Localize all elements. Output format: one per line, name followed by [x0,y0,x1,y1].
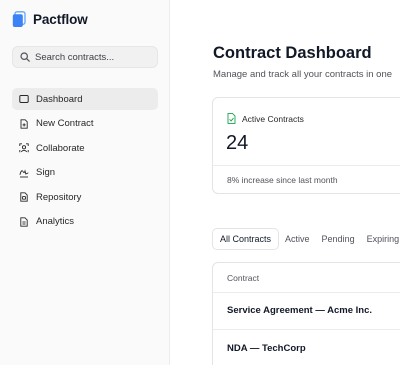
sidebar-item-label: Analytics [36,216,75,228]
search-box[interactable] [12,46,158,68]
app-name: Pactflow [33,11,88,27]
contract-tabs: All Contracts Active Pending Expiring [212,228,400,250]
search-input[interactable] [35,51,150,63]
stat-card-value: 24 [226,132,249,154]
page-subtitle: Manage and track all your contracts in o… [213,69,393,80]
sidebar-item-repository[interactable]: Repository [12,186,158,208]
sidebar-item-label: Sign [36,167,56,179]
users-icon [19,143,29,153]
page-title: Contract Dashboard [213,44,372,62]
sidebar-item-label: Collaborate [36,142,85,154]
sidebar-item-dashboard[interactable]: Dashboard [12,88,158,110]
signature-icon [19,169,29,178]
tab-expiring[interactable]: Expiring [361,228,400,250]
contracts-table: Contract Service Agreement — Acme Inc. N… [212,262,400,365]
main-content: Contract Dashboard Manage and track all … [171,0,400,365]
tab-active[interactable]: Active [279,228,316,250]
archive-icon [20,192,28,203]
sidebar-item-sign[interactable]: Sign [12,162,158,184]
tab-all-contracts[interactable]: All Contracts [212,228,280,250]
sidebar-item-label: Repository [36,191,82,203]
divider [213,329,400,330]
sidebar-nav: Dashboard New Contract Collaborate Sign … [12,88,158,236]
report-icon [20,217,28,227]
file-check-icon [227,113,236,124]
divider [213,292,400,293]
dashboard-icon [19,95,29,103]
table-row[interactable]: Service Agreement — Acme Inc. [227,305,372,316]
tab-pending[interactable]: Pending [316,228,361,250]
stat-card-footer: 8% increase since last month [227,175,338,185]
logo-icon [12,10,26,27]
brand[interactable]: Pactflow [12,9,88,29]
stat-card-label: Active Contracts [242,113,304,124]
sidebar-item-collaborate[interactable]: Collaborate [12,137,158,159]
sidebar-item-new-contract[interactable]: New Contract [12,113,158,135]
file-plus-icon [20,118,28,129]
column-header-contract: Contract [227,273,260,283]
sidebar-item-analytics[interactable]: Analytics [12,211,158,233]
stat-card-active-contracts: Active Contracts 24 8% increase since la… [212,97,400,194]
table-row[interactable]: NDA — TechCorp [227,343,306,354]
stat-card-header: Active Contracts [227,113,304,124]
sidebar-item-label: Dashboard [36,93,83,105]
divider [213,165,400,166]
sidebar: Pactflow Dashboard New Contract [0,0,170,365]
search-icon [20,52,30,62]
sidebar-item-label: New Contract [36,118,94,130]
